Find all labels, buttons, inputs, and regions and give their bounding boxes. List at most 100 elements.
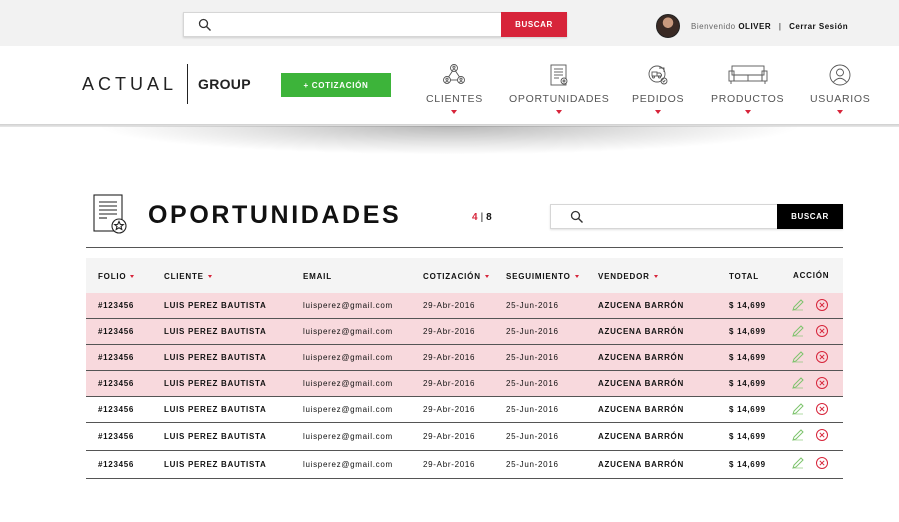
- edit-pencil-icon[interactable]: [791, 324, 805, 338]
- user-circle-icon: [829, 64, 851, 86]
- delete-x-icon[interactable]: [815, 324, 829, 338]
- table-row[interactable]: #123456 LUIS PEREZ BAUTISTA luisperez@gmai…: [86, 397, 843, 423]
- nav-item-usuarios[interactable]: USUARIOS: [810, 63, 870, 114]
- pager-separator: |: [480, 212, 484, 223]
- cell-cliente: LUIS PEREZ BAUTISTA: [164, 379, 267, 388]
- section-search-button[interactable]: BUSCAR: [777, 204, 843, 229]
- edit-pencil-icon[interactable]: [791, 402, 805, 416]
- cell-cotizacion: 29-Abr-2016: [423, 353, 476, 362]
- new-quote-button[interactable]: + COTIZACIÓN: [281, 73, 391, 97]
- edit-pencil-icon[interactable]: [791, 428, 805, 442]
- cell-seguimiento: 25-Jun-2016: [506, 353, 559, 362]
- global-search-input[interactable]: [222, 16, 492, 34]
- cell-vendedor: AZUCENA BARRÓN: [598, 405, 684, 414]
- nav-label-usuarios: USUARIOS: [810, 93, 871, 105]
- cell-email: luisperez@gmail.com: [303, 379, 393, 388]
- cell-vendedor: AZUCENA BARRÓN: [598, 432, 684, 441]
- delete-x-icon[interactable]: [815, 402, 829, 416]
- nav-item-pedidos[interactable]: PEDIDOS: [632, 63, 684, 114]
- opportunities-table: FOLIO CLIENTE EMAIL COTIZACIÓN SEGUIMIEN…: [86, 258, 843, 479]
- cell-total: $ 14,699: [729, 432, 766, 441]
- user-name: OLIVER: [738, 21, 772, 31]
- column-header-email: EMAIL: [303, 272, 332, 281]
- chevron-down-icon: [556, 110, 563, 114]
- column-header-vendedor[interactable]: VENDEDOR: [598, 272, 658, 281]
- cell-cliente: LUIS PEREZ BAUTISTA: [164, 460, 267, 469]
- cell-cotizacion: 29-Abr-2016: [423, 405, 476, 414]
- logout-link[interactable]: Cerrar Sesión: [789, 22, 848, 31]
- table-row[interactable]: #123456 LUIS PEREZ BAUTISTA luisperez@gmai…: [86, 371, 843, 397]
- edit-pencil-icon[interactable]: [791, 298, 805, 312]
- search-icon: [198, 18, 211, 31]
- cell-cliente: LUIS PEREZ BAUTISTA: [164, 353, 267, 362]
- table-row[interactable]: #123456 LUIS PEREZ BAUTISTA luisperez@gmai…: [86, 319, 843, 345]
- logo-secondary: GROUP: [198, 76, 251, 92]
- cell-cliente: LUIS PEREZ BAUTISTA: [164, 405, 267, 414]
- delete-x-icon[interactable]: [815, 350, 829, 364]
- table-row[interactable]: #123456 LUIS PEREZ BAUTISTA luisperez@gmai…: [86, 345, 843, 371]
- page-title: OPORTUNIDADES: [148, 201, 402, 229]
- cell-seguimiento: 25-Jun-2016: [506, 327, 559, 336]
- section-search-input[interactable]: [593, 208, 773, 226]
- table-row[interactable]: #123456 LUIS PEREZ BAUTISTA luisperez@gmai…: [86, 293, 843, 319]
- user-info: Bienvenido OLIVER | Cerrar Sesión: [656, 14, 848, 38]
- cell-cotizacion: 29-Abr-2016: [423, 432, 476, 441]
- cell-cotizacion: 29-Abr-2016: [423, 301, 476, 310]
- sofa-icon: [728, 65, 768, 84]
- delete-x-icon[interactable]: [815, 376, 829, 390]
- chevron-down-icon: [130, 275, 135, 279]
- cell-email: luisperez@gmail.com: [303, 353, 393, 362]
- column-header-folio[interactable]: FOLIO: [98, 272, 135, 281]
- cell-vendedor: AZUCENA BARRÓN: [598, 353, 684, 362]
- cell-seguimiento: 25-Jun-2016: [506, 379, 559, 388]
- cell-seguimiento: 25-Jun-2016: [506, 460, 559, 469]
- nav-label-oportunidades: OPORTUNIDADES: [509, 93, 610, 105]
- title-divider: [86, 247, 843, 248]
- edit-pencil-icon[interactable]: [791, 456, 805, 470]
- cell-folio: #123456: [98, 353, 135, 362]
- table-row[interactable]: #123456 LUIS PEREZ BAUTISTA luisperez@gmai…: [86, 451, 843, 479]
- nav-item-productos[interactable]: PRODUCTOS: [711, 63, 784, 114]
- nav-item-clientes[interactable]: CLIENTES: [426, 63, 483, 114]
- cell-vendedor: AZUCENA BARRÓN: [598, 460, 684, 469]
- top-bar: BUSCAR Bienvenido OLIVER | Cerrar Sesión: [0, 0, 899, 46]
- table-body: #123456 LUIS PEREZ BAUTISTA luisperez@gmai…: [86, 293, 843, 479]
- delete-x-icon[interactable]: [815, 456, 829, 470]
- edit-pencil-icon[interactable]: [791, 376, 805, 390]
- search-icon: [570, 210, 583, 223]
- delete-x-icon[interactable]: [815, 428, 829, 442]
- cell-total: $ 14,699: [729, 460, 766, 469]
- cell-email: luisperez@gmail.com: [303, 405, 393, 414]
- column-header-seguimiento[interactable]: SEGUIMIENTO: [506, 272, 579, 281]
- document-star-icon: [93, 194, 127, 234]
- global-search-button[interactable]: BUSCAR: [501, 12, 567, 37]
- main-header: ACTUAL GROUP + COTIZACIÓN CLIENTES OPORT…: [0, 46, 899, 126]
- edit-pencil-icon[interactable]: [791, 350, 805, 364]
- cell-folio: #123456: [98, 432, 135, 441]
- user-separator: |: [778, 21, 782, 31]
- pager-total[interactable]: 8: [486, 212, 492, 223]
- avatar[interactable]: [656, 14, 680, 38]
- chevron-down-icon: [574, 275, 579, 279]
- column-header-label: SEGUIMIENTO: [506, 272, 571, 281]
- pager-current[interactable]: 4: [472, 212, 478, 223]
- table-header: FOLIO CLIENTE EMAIL COTIZACIÓN SEGUIMIEN…: [86, 258, 843, 293]
- delete-x-icon[interactable]: [815, 298, 829, 312]
- logo-divider: [187, 64, 189, 104]
- cell-folio: #123456: [98, 301, 135, 310]
- chevron-down-icon: [451, 110, 458, 114]
- user-greeting: Bienvenido OLIVER | Cerrar Sesión: [691, 22, 848, 31]
- column-header-cliente[interactable]: CLIENTE: [164, 272, 212, 281]
- orders-circle-icon: [648, 65, 668, 85]
- cell-total: $ 14,699: [729, 327, 766, 336]
- column-header-label: VENDEDOR: [598, 272, 650, 281]
- column-header-label: COTIZACIÓN: [423, 272, 481, 281]
- cell-total: $ 14,699: [729, 301, 766, 310]
- cell-seguimiento: 25-Jun-2016: [506, 301, 559, 310]
- cell-total: $ 14,699: [729, 405, 766, 414]
- cell-email: luisperez@gmail.com: [303, 301, 393, 310]
- table-row[interactable]: #123456 LUIS PEREZ BAUTISTA luisperez@gmai…: [86, 423, 843, 451]
- logo[interactable]: ACTUAL GROUP: [82, 64, 251, 104]
- column-header-cotizacion[interactable]: COTIZACIÓN: [423, 272, 489, 281]
- nav-item-oportunidades[interactable]: OPORTUNIDADES: [509, 63, 610, 114]
